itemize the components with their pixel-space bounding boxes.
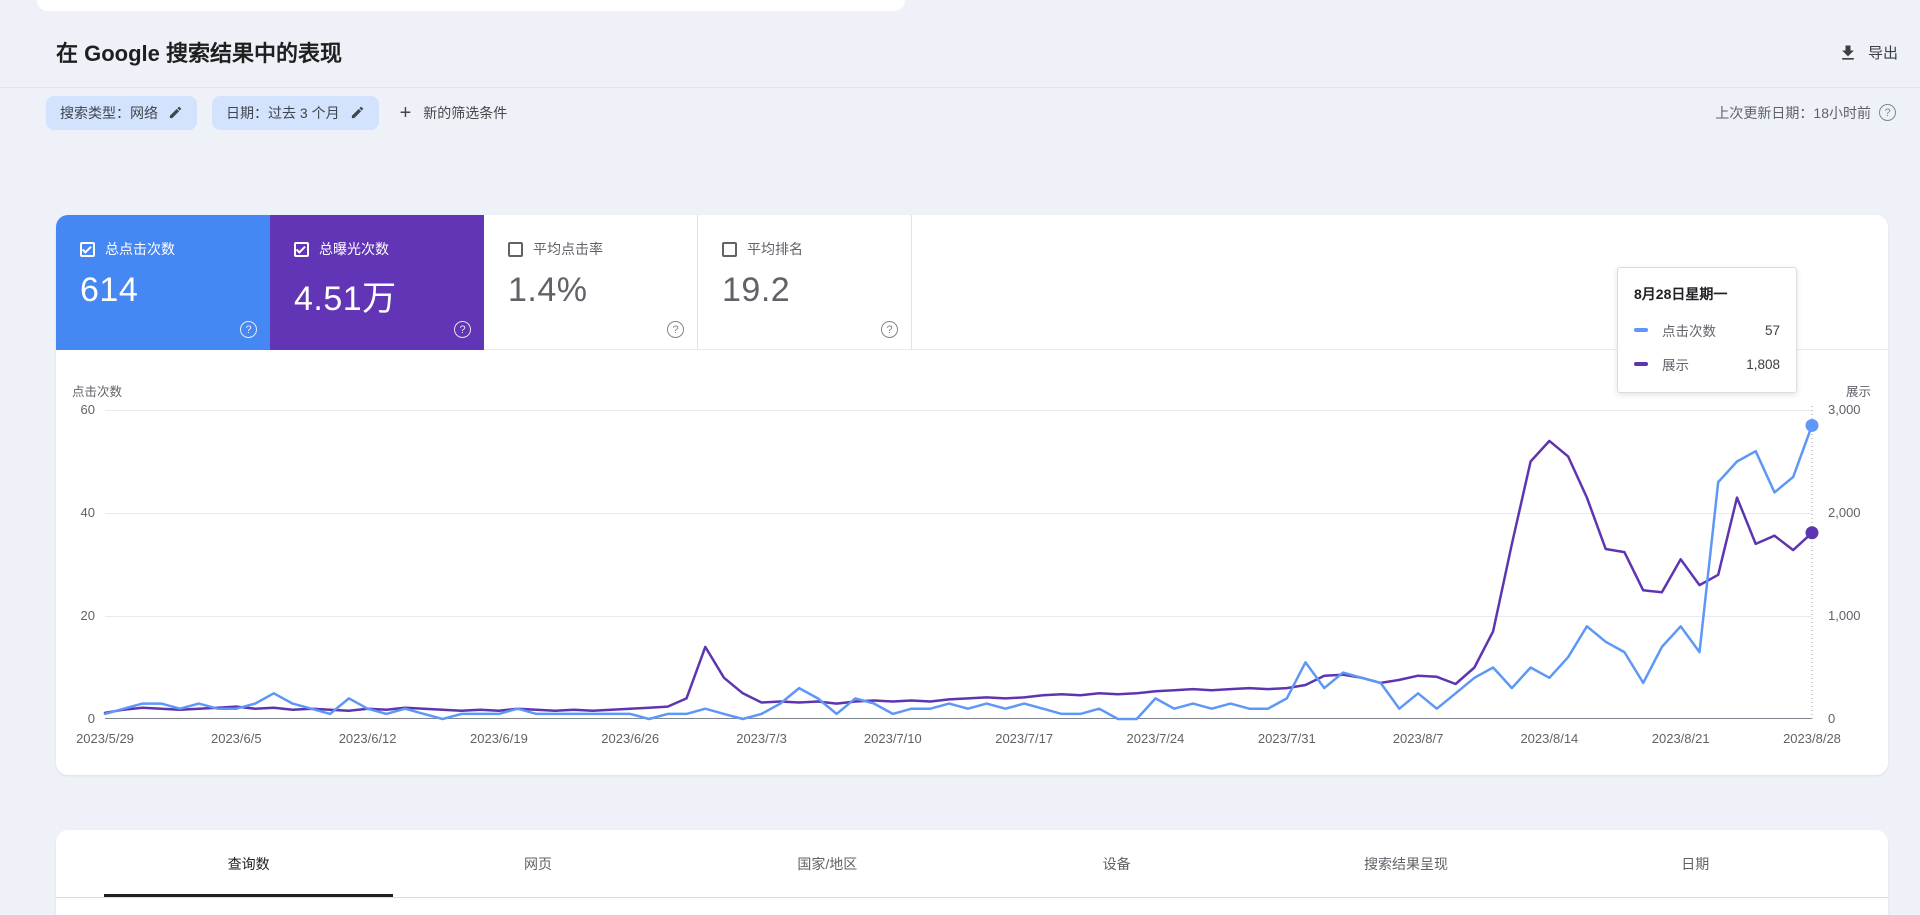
axis-tick: 2023/6/19 bbox=[470, 731, 528, 746]
tab-devices[interactable]: 设备 bbox=[972, 830, 1261, 897]
help-icon[interactable]: ? bbox=[667, 321, 684, 338]
plus-icon: + bbox=[399, 101, 412, 124]
axis-tick: 1,000 bbox=[1828, 608, 1861, 623]
help-icon[interactable]: ? bbox=[1879, 104, 1896, 121]
axis-tick: 2023/7/3 bbox=[736, 731, 787, 746]
export-label: 导出 bbox=[1867, 45, 1898, 62]
tooltip-value: 57 bbox=[1764, 322, 1780, 338]
filter-chip-label: 搜索类型：网络 bbox=[60, 104, 158, 121]
axis-tick: 2023/7/17 bbox=[995, 731, 1054, 746]
filter-chip-date-range[interactable]: 日期：过去 3 个月 bbox=[212, 95, 379, 130]
tooltip-date: 8月28日星期一 bbox=[1634, 286, 1728, 302]
dimension-tabs: 查询数 网页 国家/地区 设备 搜索结果呈现 日期 bbox=[56, 830, 1888, 898]
edit-pencil-icon bbox=[168, 105, 183, 120]
tooltip-value: 1,808 bbox=[1746, 356, 1780, 372]
checkbox-icon[interactable] bbox=[508, 241, 523, 257]
axis-tick: 0 bbox=[87, 711, 95, 726]
help-icon[interactable]: ? bbox=[881, 321, 898, 338]
axis-tick: 60 bbox=[80, 402, 95, 417]
tab-search-appearance[interactable]: 搜索结果呈现 bbox=[1261, 830, 1550, 897]
last-updated: 上次更新日期：18小时前 ? bbox=[1715, 95, 1896, 130]
help-icon[interactable]: ? bbox=[240, 321, 257, 338]
metric-tile-average-position[interactable]: 平均排名 19.2 ? bbox=[698, 215, 912, 350]
filter-chip-search-type[interactable]: 搜索类型：网络 bbox=[46, 95, 197, 130]
tab-pages[interactable]: 网页 bbox=[393, 830, 682, 897]
help-icon[interactable]: ? bbox=[454, 321, 471, 338]
metric-value: 614 bbox=[80, 271, 139, 309]
axis-tick: 2023/8/21 bbox=[1651, 731, 1710, 746]
metric-tile-total-clicks[interactable]: 总点击次数 614 ? bbox=[56, 215, 270, 350]
checkbox-icon[interactable] bbox=[80, 241, 95, 257]
tab-dates[interactable]: 日期 bbox=[1551, 830, 1840, 897]
download-icon bbox=[1838, 43, 1858, 63]
axis-tick: 2023/5/29 bbox=[76, 731, 134, 746]
tooltip-label: 点击次数 bbox=[1662, 324, 1716, 339]
tooltip-label: 展示 bbox=[1662, 358, 1689, 373]
checkbox-icon[interactable] bbox=[722, 241, 737, 257]
filter-bar: 搜索类型：网络 日期：过去 3 个月 + 新的筛选条件 bbox=[46, 95, 507, 130]
axis-tick: 2023/7/24 bbox=[1126, 731, 1185, 746]
metric-tiles-row: 总点击次数 614 ? 总曝光次数 4.51万 ? 平均点击率 1.4% ? 平… bbox=[56, 215, 1888, 350]
metric-tile-average-ctr[interactable]: 平均点击率 1.4% ? bbox=[484, 215, 698, 350]
clicks-series-swatch bbox=[1634, 328, 1648, 332]
axis-tick: 2,000 bbox=[1828, 505, 1861, 520]
metric-label: 总点击次数 bbox=[105, 241, 175, 257]
axis-tick: 0 bbox=[1828, 711, 1836, 726]
edit-pencil-icon bbox=[350, 105, 365, 120]
metric-value: 4.51万 bbox=[294, 280, 397, 318]
add-filter-button[interactable]: + 新的筛选条件 bbox=[400, 103, 508, 123]
axis-tick: 2023/7/31 bbox=[1257, 731, 1316, 746]
metric-label: 平均排名 bbox=[747, 241, 803, 257]
page-title: 在 Google 搜索结果中的表现 bbox=[56, 41, 343, 66]
axis-tick: 2023/6/5 bbox=[210, 731, 262, 746]
metric-label: 平均点击率 bbox=[533, 241, 603, 257]
performance-card: 总点击次数 614 ? 总曝光次数 4.51万 ? 平均点击率 1.4% ? 平… bbox=[56, 215, 1888, 775]
axis-tick: 2023/8/28 bbox=[1783, 731, 1841, 746]
metric-label: 总曝光次数 bbox=[319, 241, 389, 257]
metric-value: 19.2 bbox=[722, 271, 791, 309]
axis-tick: 2023/6/26 bbox=[601, 731, 660, 746]
axis-tick: 2023/7/10 bbox=[863, 731, 922, 746]
axis-tick: 2023/6/12 bbox=[338, 731, 397, 746]
y-axis-left-label: 点击次数 bbox=[72, 385, 123, 399]
chart-tooltip: 8月28日星期一 点击次数 57 展示 1,808 bbox=[1617, 267, 1797, 393]
axis-tick: 2023/8/7 bbox=[1392, 731, 1444, 746]
impressions-series-swatch bbox=[1634, 362, 1648, 366]
dimension-tabs-card: 查询数 网页 国家/地区 设备 搜索结果呈现 日期 bbox=[56, 830, 1888, 915]
tooltip-row-clicks: 点击次数 57 bbox=[1634, 320, 1780, 340]
metric-value: 1.4% bbox=[508, 271, 588, 309]
header-divider bbox=[0, 87, 1920, 88]
tab-countries[interactable]: 国家/地区 bbox=[683, 830, 972, 897]
performance-line-chart[interactable] bbox=[103, 406, 1819, 721]
tab-queries[interactable]: 查询数 bbox=[104, 830, 394, 897]
metric-tile-total-impressions[interactable]: 总曝光次数 4.51万 ? bbox=[270, 215, 484, 350]
y-axis-right-label: 展示 bbox=[1846, 385, 1872, 399]
axis-tick: 2023/8/14 bbox=[1520, 731, 1579, 746]
tooltip-row-impressions: 展示 1,808 bbox=[1634, 354, 1780, 374]
top-search-bar-remnant bbox=[37, 0, 905, 11]
last-updated-text: 上次更新日期：18小时前 bbox=[1715, 104, 1871, 121]
add-filter-label: 新的筛选条件 bbox=[423, 104, 508, 121]
filter-chip-label: 日期：过去 3 个月 bbox=[226, 104, 340, 121]
export-button[interactable]: 导出 bbox=[1838, 42, 1898, 63]
axis-tick: 3,000 bbox=[1828, 402, 1861, 417]
axis-tick: 20 bbox=[80, 608, 95, 623]
axis-tick: 40 bbox=[80, 505, 95, 520]
checkbox-icon[interactable] bbox=[294, 241, 309, 257]
